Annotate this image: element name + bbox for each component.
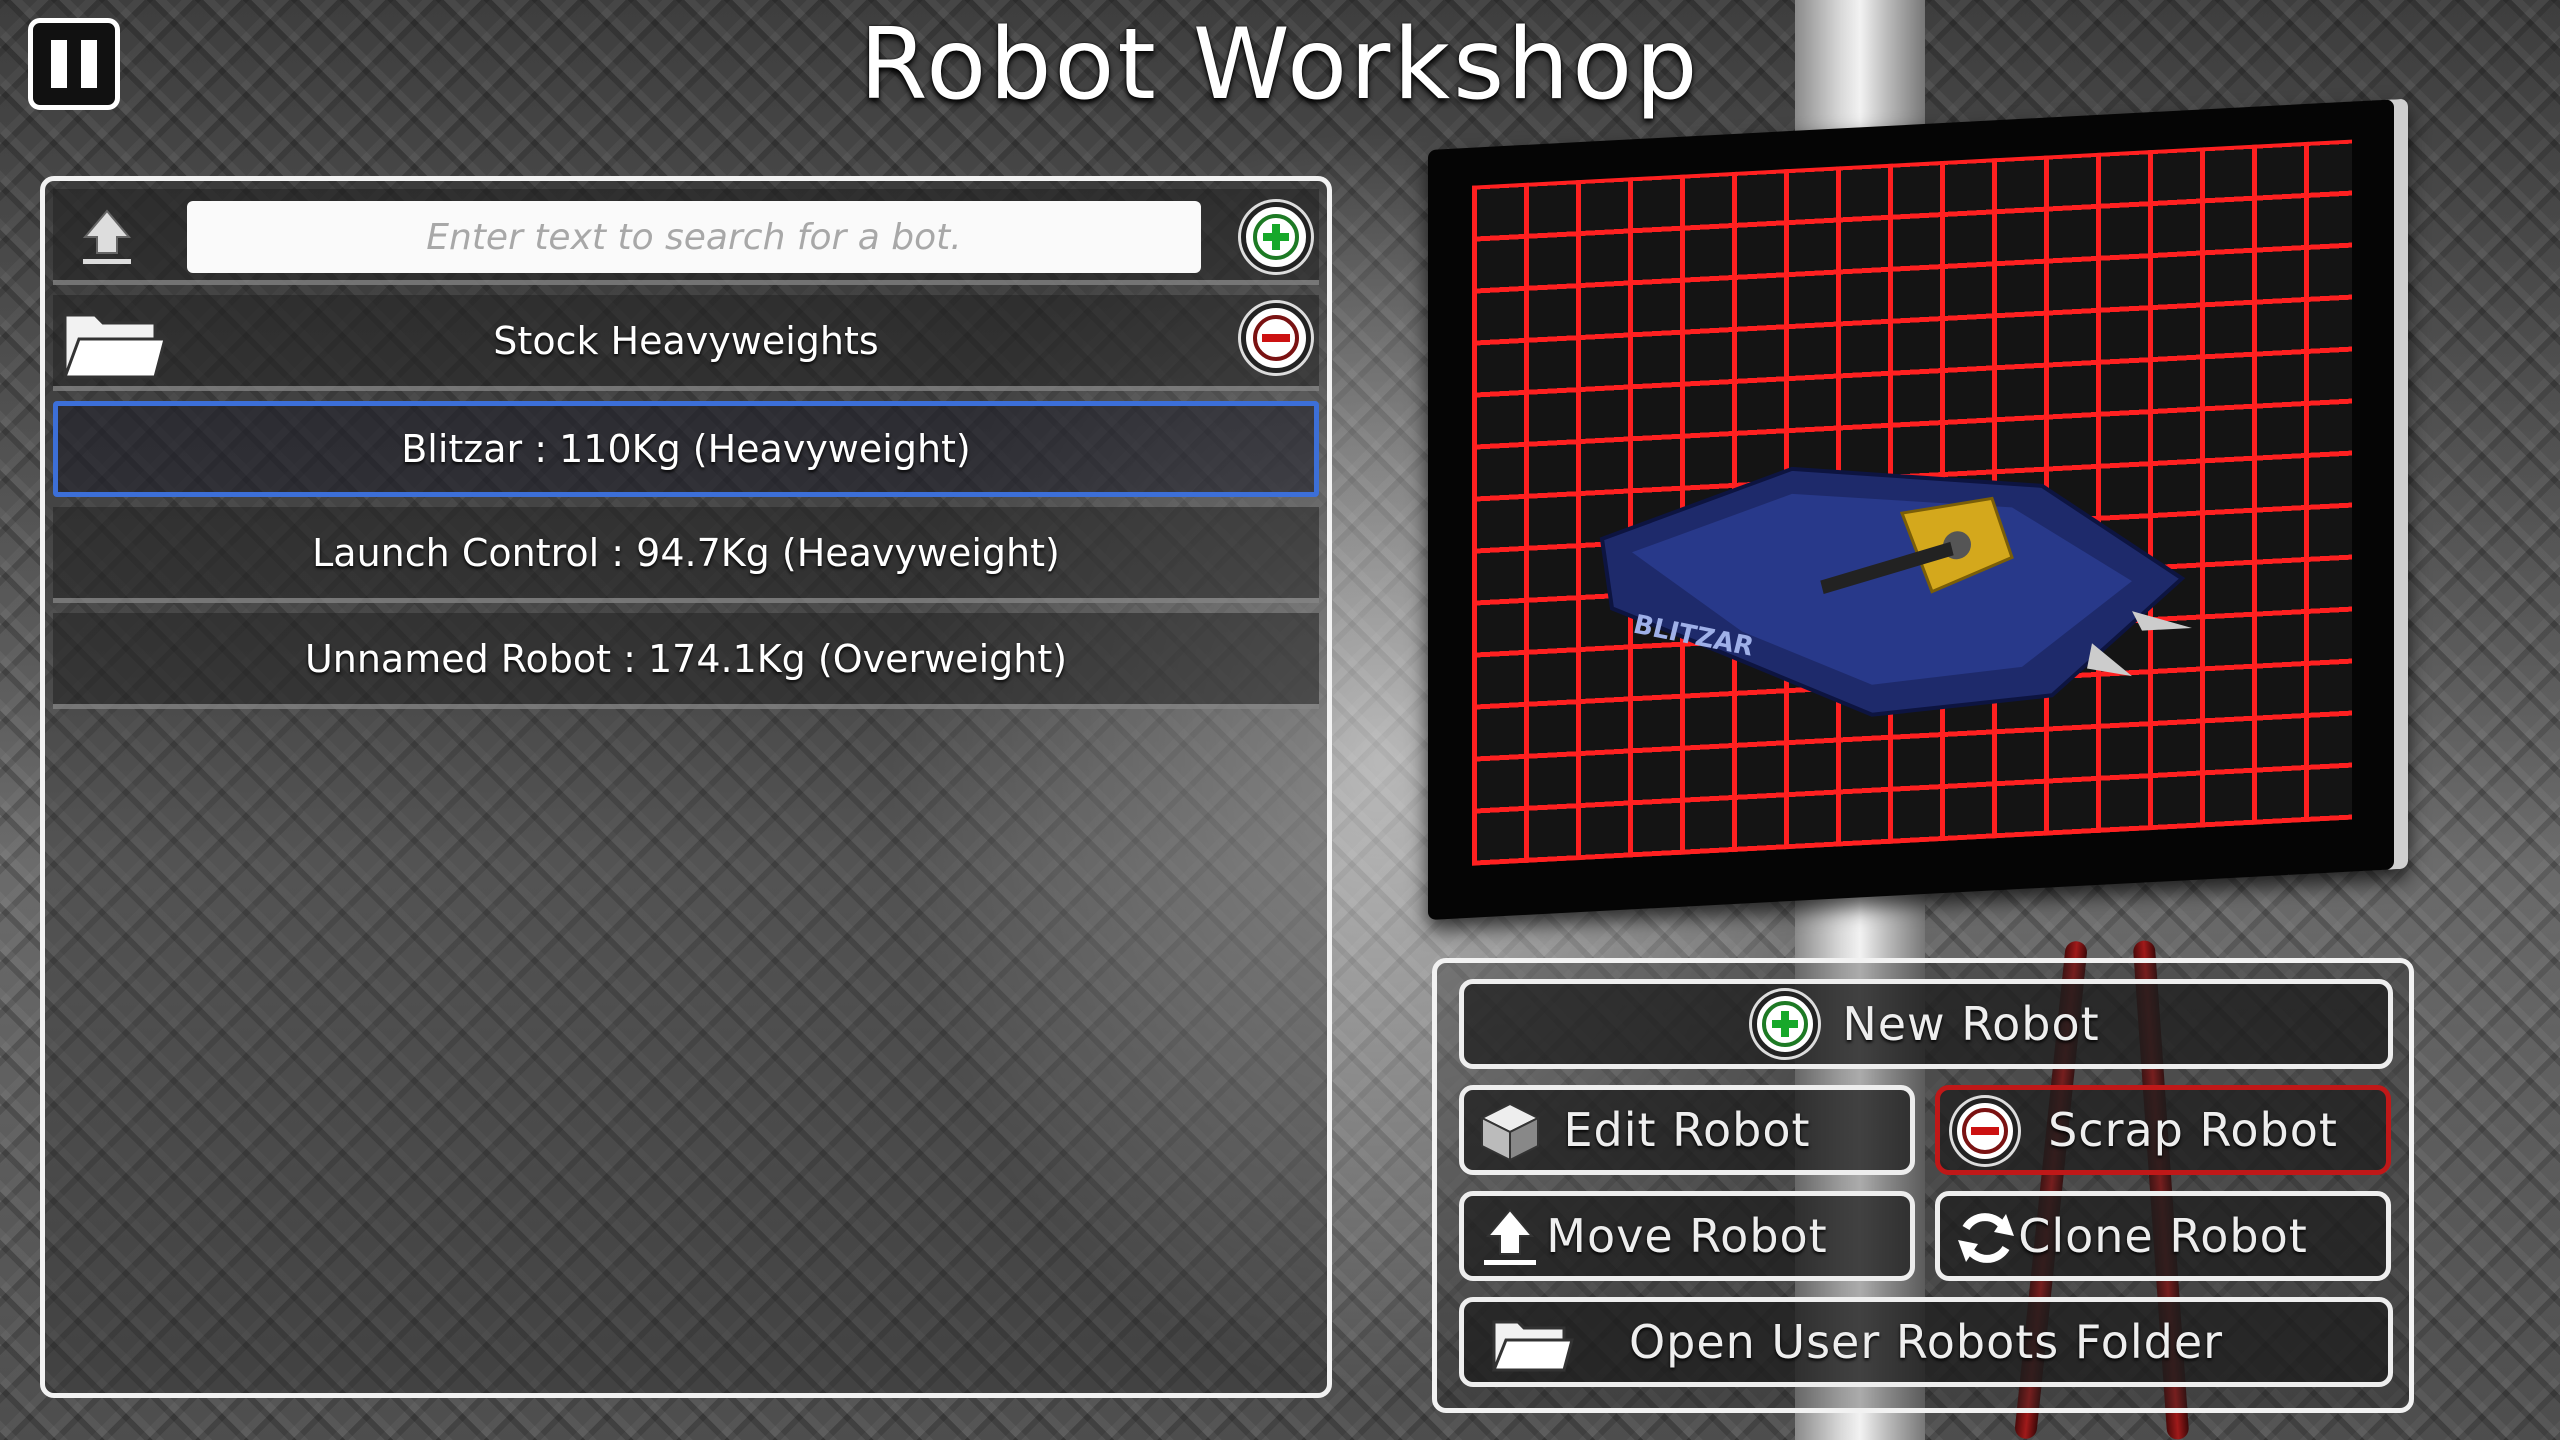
clone-robot-button[interactable]: Clone Robot bbox=[1935, 1191, 2391, 1281]
folder-icon bbox=[62, 313, 167, 379]
page-title: Robot Workshop bbox=[859, 8, 1701, 122]
scrap-robot-button[interactable]: Scrap Robot bbox=[1935, 1085, 2391, 1175]
cube-icon bbox=[1479, 1102, 1541, 1162]
edit-robot-label: Edit Robot bbox=[1563, 1103, 1811, 1157]
folder-row[interactable]: Stock Heavyweights bbox=[53, 295, 1319, 391]
refresh-icon bbox=[1958, 1213, 2014, 1263]
remove-folder-button[interactable] bbox=[1241, 303, 1311, 373]
folder-label: Stock Heavyweights bbox=[493, 318, 879, 363]
robot-model: BLITZAR bbox=[1599, 466, 2192, 717]
move-robot-button[interactable]: Move Robot bbox=[1459, 1191, 1915, 1281]
minus-icon-inner bbox=[1962, 1108, 2008, 1154]
scrap-robot-label: Scrap Robot bbox=[2048, 1103, 2338, 1157]
plus-icon-inner bbox=[1762, 1001, 1809, 1047]
robot-list-item-label: Launch Control : 94.7Kg (Heavyweight) bbox=[312, 530, 1060, 575]
move-up-icon bbox=[1484, 1208, 1536, 1265]
open-folder-button[interactable]: Open User Robots Folder bbox=[1459, 1297, 2393, 1387]
minus-icon bbox=[1253, 315, 1299, 361]
robot-list-item-label: Blitzar : 110Kg (Heavyweight) bbox=[401, 427, 971, 471]
robot-actions-panel: New Robot Edit Robot Scrap Robot Move Ro… bbox=[1432, 958, 2414, 1413]
search-input[interactable] bbox=[187, 201, 1201, 273]
search-row bbox=[53, 189, 1319, 285]
plus-icon bbox=[1253, 214, 1299, 260]
robot-preview-monitor: BLITZAR bbox=[1428, 98, 2408, 920]
open-folder-label: Open User Robots Folder bbox=[1628, 1315, 2224, 1369]
clone-robot-label: Clone Robot bbox=[2018, 1209, 2308, 1263]
move-robot-label: Move Robot bbox=[1546, 1209, 1828, 1263]
robot-list-item[interactable]: Unnamed Robot : 174.1Kg (Overweight) bbox=[53, 613, 1319, 709]
add-folder-button[interactable] bbox=[1241, 202, 1311, 272]
robot-list-panel: Stock Heavyweights Blitzar : 110Kg (Heav… bbox=[40, 176, 1332, 1398]
plus-icon bbox=[1752, 991, 1819, 1057]
robot-list-item-label: Unnamed Robot : 174.1Kg (Overweight) bbox=[304, 636, 1068, 681]
robot-list-item[interactable]: Blitzar : 110Kg (Heavyweight) bbox=[53, 401, 1319, 497]
new-robot-button[interactable]: New Robot bbox=[1459, 979, 2393, 1069]
up-folder-icon[interactable] bbox=[79, 207, 135, 267]
edit-robot-button[interactable]: Edit Robot bbox=[1459, 1085, 1915, 1175]
robot-list-item[interactable]: Launch Control : 94.7Kg (Heavyweight) bbox=[53, 507, 1319, 603]
new-robot-label: New Robot bbox=[1842, 997, 2100, 1051]
folder-icon bbox=[1491, 1320, 1574, 1372]
preview-grid-screen: BLITZAR bbox=[1472, 139, 2352, 866]
minus-icon bbox=[1952, 1098, 2018, 1164]
